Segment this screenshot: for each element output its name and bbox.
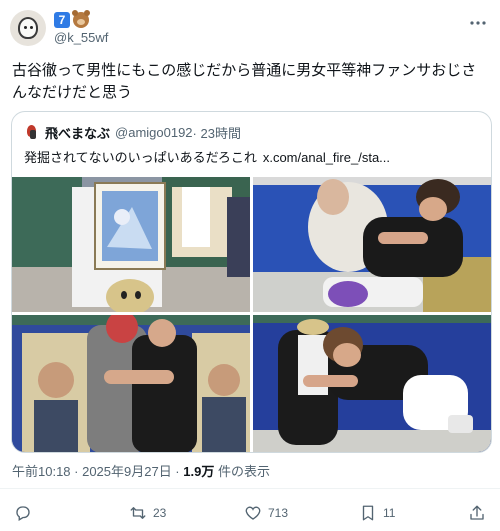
tweet-timestamp[interactable]: 午前10:18 · 2025年9月27日 · bbox=[12, 464, 183, 479]
quote-author-handle: @amigo0192 bbox=[115, 124, 193, 140]
share-button[interactable] bbox=[468, 504, 486, 522]
bear-emoji-icon bbox=[72, 10, 90, 28]
bookmark-count: 11 bbox=[383, 506, 396, 520]
tweet-text: 古谷徹って男性にもこの感じだから普通に男女平等神ファンサおじさんなだけだと思う bbox=[12, 62, 477, 101]
quote-link[interactable]: x.com/anal_fire_/sta... bbox=[263, 150, 390, 165]
photo-3[interactable] bbox=[12, 315, 250, 452]
tweet-header: 7 @k_55wf bbox=[10, 8, 490, 48]
quoted-tweet[interactable]: 飛べまなぶ @amigo0192 · 23時間 発掘されてないのいっぱいあるだろ… bbox=[11, 111, 492, 453]
divider bbox=[0, 488, 500, 489]
like-button[interactable]: 713 bbox=[244, 504, 288, 522]
photo-grid bbox=[12, 177, 491, 452]
like-icon bbox=[245, 506, 261, 520]
views-label: 件の表示 bbox=[214, 464, 270, 479]
retweet-icon bbox=[130, 507, 146, 519]
like-count: 713 bbox=[268, 506, 289, 520]
bookmark-button[interactable]: 11 bbox=[359, 504, 395, 522]
bookmark-icon bbox=[362, 505, 374, 521]
quote-text: 発掘されてないのいっぱいあるだろこれ bbox=[24, 150, 257, 165]
retweet-button[interactable]: 23 bbox=[129, 504, 166, 522]
author-avatar[interactable] bbox=[10, 10, 46, 46]
quote-header: 飛べまなぶ @amigo0192 · 23時間 bbox=[24, 122, 241, 142]
reply-icon bbox=[16, 506, 30, 521]
retweet-count: 23 bbox=[153, 506, 167, 520]
views-count: 1.9万 bbox=[183, 464, 215, 479]
author-handle[interactable]: @k_55wf bbox=[54, 30, 108, 45]
reply-button[interactable] bbox=[14, 504, 38, 522]
action-bar: 23 713 11 bbox=[0, 498, 500, 528]
quote-author-avatar bbox=[24, 124, 40, 140]
photo-2[interactable] bbox=[253, 177, 491, 312]
photo-4[interactable] bbox=[253, 315, 491, 452]
quote-time: · 23時間 bbox=[192, 125, 241, 141]
number-badge: 7 bbox=[54, 12, 70, 28]
quote-text-line: 発掘されてないのいっぱいあるだろこれ x.com/anal_fire_/sta..… bbox=[24, 147, 390, 166]
share-icon bbox=[470, 505, 484, 520]
tweet-meta: 午前10:18 · 2025年9月27日 · 1.9万 件の表示 bbox=[12, 461, 270, 480]
photo-1[interactable] bbox=[12, 177, 250, 312]
more-icon[interactable] bbox=[468, 14, 488, 34]
quote-author-name[interactable]: 飛べまなぶ bbox=[45, 123, 110, 142]
author-info: 7 @k_55wf bbox=[54, 10, 108, 45]
